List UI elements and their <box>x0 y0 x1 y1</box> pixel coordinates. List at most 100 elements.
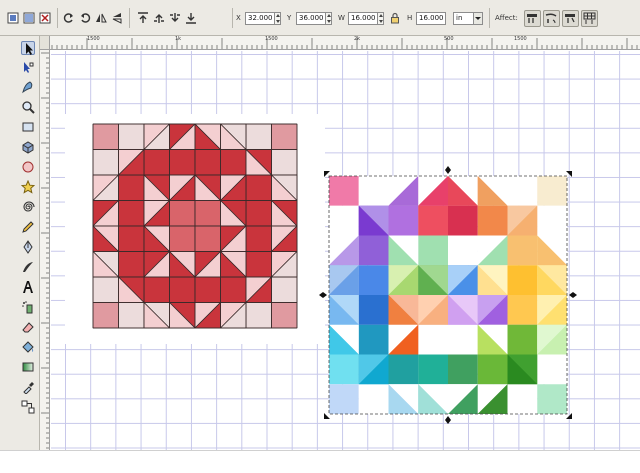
top-ruler[interactable]: 1500 1k 1500 2k 500 1500 <box>40 36 640 50</box>
red-quilt-patch <box>245 174 272 201</box>
left-ruler[interactable] <box>40 50 50 450</box>
selection-bbox <box>328 175 568 415</box>
red-quilt-patch <box>92 123 119 150</box>
tool-controls-bar: X 32.000 Y 36.000 W 16.000 H 16.000 in A… <box>0 0 640 36</box>
eraser-tool[interactable] <box>21 320 35 334</box>
red-quilt-patch <box>118 200 145 227</box>
raise-to-top-icon[interactable] <box>136 11 150 25</box>
unit-select[interactable]: in <box>453 12 483 25</box>
w-spinner[interactable] <box>378 12 384 25</box>
pencil-tool[interactable] <box>21 220 35 234</box>
red-quilt-patch <box>194 200 221 227</box>
select-all-icon[interactable] <box>6 11 20 25</box>
h-field[interactable]: 16.000 <box>416 12 446 25</box>
rotate-cw-icon[interactable] <box>78 11 92 25</box>
star-tool[interactable] <box>21 180 35 194</box>
drawing-canvas[interactable] <box>51 51 640 450</box>
y-field[interactable]: 36.000 <box>296 12 326 25</box>
stretch-handle-icon <box>569 292 577 298</box>
paint-bucket-icon <box>22 341 34 353</box>
red-quilt-patch <box>169 149 196 176</box>
red-quilt-patch <box>245 225 272 252</box>
move-patterns-icon[interactable] <box>581 10 598 27</box>
red-quilt-patch <box>271 302 298 329</box>
zoom-tool[interactable] <box>21 100 35 114</box>
connector-icon <box>21 400 35 414</box>
red-quilt-patch <box>92 276 119 303</box>
dropper-icon <box>23 382 34 394</box>
ellipse-tool[interactable] <box>21 160 35 174</box>
affect-label: Affect: <box>495 14 518 22</box>
red-quilt-patch <box>245 302 272 329</box>
rectangle-icon <box>22 122 34 132</box>
red-quilt-patch <box>220 276 247 303</box>
selector-tool[interactable] <box>21 41 35 55</box>
scale-corners-icon[interactable] <box>543 10 560 27</box>
red-quilt-patch <box>271 149 298 176</box>
ellipse-icon <box>22 161 34 173</box>
stretch-handle-icon <box>319 292 327 298</box>
rotate-ccw-icon[interactable] <box>62 11 76 25</box>
red-quilt-patch <box>118 225 145 252</box>
red-quilt-patch <box>245 200 272 227</box>
spiral-tool[interactable] <box>21 200 35 214</box>
eraser-icon <box>22 322 34 333</box>
dropper-tool[interactable] <box>21 380 35 394</box>
pen-tool[interactable] <box>21 240 35 254</box>
lower-to-bottom-icon[interactable] <box>184 11 198 25</box>
ruler-label: 1500 <box>265 36 278 42</box>
red-quilt-patch <box>118 123 145 150</box>
pen-icon <box>23 240 33 254</box>
lower-icon[interactable] <box>168 11 182 25</box>
selection-box <box>319 166 577 424</box>
gradient-icon <box>22 362 34 372</box>
flip-vertical-icon[interactable] <box>110 11 124 25</box>
red-quilt-patch <box>194 149 221 176</box>
tweak-icon <box>22 81 33 94</box>
x-label: X <box>236 14 241 22</box>
flip-horizontal-icon[interactable] <box>94 11 108 25</box>
deselect-icon[interactable] <box>38 11 52 25</box>
select-in-layers-icon[interactable] <box>22 11 36 25</box>
red-quilt-patch <box>92 149 119 176</box>
red-quilt-patch <box>194 276 221 303</box>
calligraphy-tool[interactable] <box>21 260 35 274</box>
pencil-icon <box>22 221 34 233</box>
red-quilt-patch <box>169 200 196 227</box>
bottom-area <box>0 450 640 473</box>
y-spinner[interactable] <box>326 12 332 25</box>
move-gradients-icon[interactable] <box>562 10 579 27</box>
paint-bucket-tool[interactable] <box>21 340 35 354</box>
gradient-tool[interactable] <box>21 360 35 374</box>
ruler-label: 1k <box>175 36 182 42</box>
ruler-label: 500 <box>444 36 454 42</box>
node-tool[interactable] <box>21 61 35 75</box>
calligraphy-icon <box>23 262 33 272</box>
connector-tool[interactable] <box>21 400 35 414</box>
lock-ratio-icon[interactable] <box>388 11 402 25</box>
red-quilt-patch <box>118 251 145 278</box>
ruler-label: 1500 <box>514 36 527 42</box>
spiral-icon <box>23 201 35 212</box>
red-quilt-patch <box>271 123 298 150</box>
text-tool[interactable] <box>21 280 35 294</box>
node-arrow-icon <box>24 62 34 73</box>
spray-tool[interactable] <box>21 300 35 314</box>
3d-box-tool[interactable] <box>21 140 35 154</box>
scale-stroke-icon[interactable] <box>524 10 541 27</box>
x-spinner[interactable] <box>275 12 281 25</box>
tweak-tool[interactable] <box>21 80 35 94</box>
raise-icon[interactable] <box>152 11 166 25</box>
x-field[interactable]: 32.000 <box>245 12 275 25</box>
y-label: Y <box>287 14 292 22</box>
red-quilt-patch <box>169 225 196 252</box>
ruler-label: 1500 <box>87 36 100 42</box>
rectangle-tool[interactable] <box>21 120 35 134</box>
red-quilt-patch <box>271 276 298 303</box>
red-quilt-block[interactable] <box>92 123 298 329</box>
red-quilt-patch <box>220 149 247 176</box>
text-a-icon <box>23 281 33 293</box>
w-field[interactable]: 16.000 <box>348 12 378 25</box>
w-label: W <box>338 14 345 22</box>
stretch-handle-icon <box>445 166 451 174</box>
